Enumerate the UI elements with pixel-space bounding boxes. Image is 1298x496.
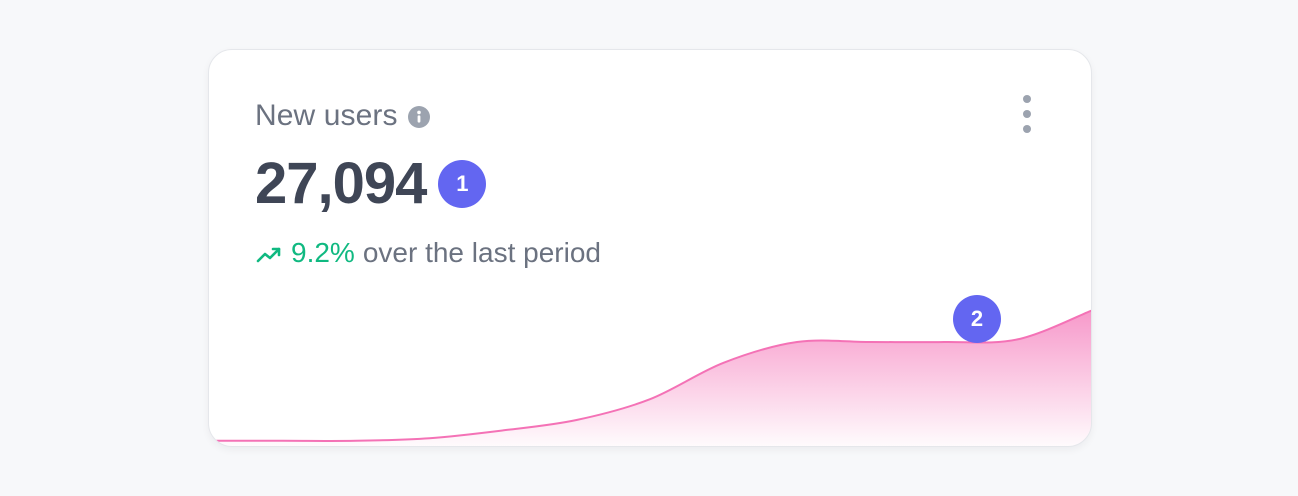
trending-up-icon bbox=[255, 239, 283, 267]
trend-description: over the last period bbox=[362, 237, 601, 268]
trend-row: 9.2% over the last period bbox=[255, 233, 601, 273]
vertical-dots-icon bbox=[1022, 94, 1032, 139]
sparkline-point bbox=[796, 341, 798, 343]
card-header: New users bbox=[255, 96, 430, 136]
sparkline-point bbox=[429, 437, 431, 439]
trend-value: 9.2% bbox=[291, 237, 355, 268]
metric-row: 27,094 1 bbox=[255, 148, 487, 220]
metric-value: 27,094 bbox=[255, 151, 427, 216]
sparkline-point bbox=[723, 362, 725, 364]
sparkline-point bbox=[870, 341, 872, 343]
sparkline-point bbox=[1017, 338, 1019, 340]
info-icon[interactable] bbox=[407, 105, 430, 128]
sparkline-point bbox=[355, 440, 357, 442]
sparkline-point bbox=[943, 341, 945, 343]
sparkline-point bbox=[649, 398, 651, 400]
annotation-marker-one[interactable]: 1 bbox=[438, 160, 487, 208]
new-users-card: New users 27,094 1 9.2% over the last pe… bbox=[208, 49, 1092, 447]
sparkline-point bbox=[576, 419, 578, 421]
sparkline-point bbox=[502, 429, 504, 431]
more-options-button[interactable] bbox=[1005, 92, 1049, 140]
card-title: New users bbox=[255, 99, 398, 132]
sparkline-point bbox=[282, 440, 284, 442]
annotation-marker-two[interactable]: 2 bbox=[953, 295, 1001, 343]
